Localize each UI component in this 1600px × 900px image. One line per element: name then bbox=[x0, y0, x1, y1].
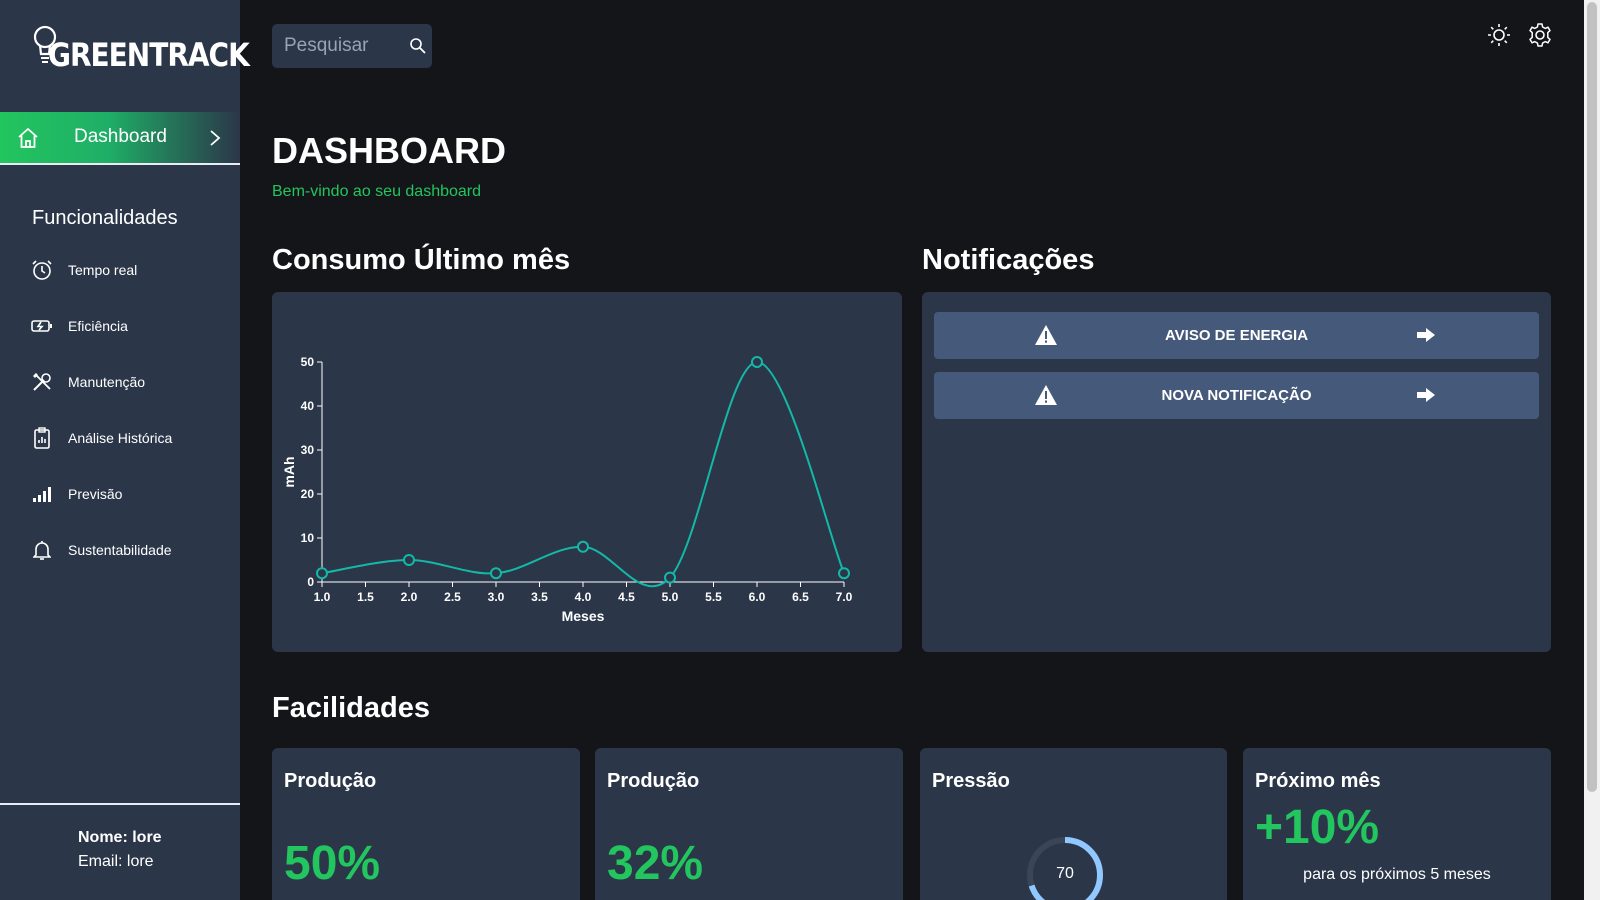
x-tick-label: 2.0 bbox=[401, 590, 418, 604]
card-title: Produção bbox=[284, 770, 377, 792]
data-point bbox=[751, 356, 763, 368]
x-tick-label: 4.0 bbox=[575, 590, 592, 604]
card-value: 32% bbox=[607, 837, 704, 890]
sun-icon[interactable] bbox=[1486, 22, 1512, 48]
sidebar-item-previsao[interactable]: Previsão bbox=[30, 480, 230, 508]
notificacoes-panel: AVISO DE ENERGIA NOVA NOTIFICAÇÃO bbox=[922, 292, 1551, 652]
x-tick-label: 1.0 bbox=[314, 590, 331, 604]
sidebar-item-label: Tempo real bbox=[68, 262, 138, 278]
clipboard-icon bbox=[30, 426, 54, 450]
scrollbar[interactable] bbox=[1584, 0, 1600, 900]
y-axis-label: mAh bbox=[281, 456, 297, 487]
x-tick-label: 3.0 bbox=[488, 590, 505, 604]
logo[interactable]: GREENTRACK bbox=[32, 22, 250, 78]
search-icon[interactable] bbox=[409, 37, 427, 55]
notification-label: NOVA NOTIFICAÇÃO bbox=[1161, 387, 1312, 404]
data-point bbox=[316, 567, 328, 580]
user-email: Email: lore bbox=[78, 853, 154, 870]
notification-item[interactable]: NOVA NOTIFICAÇÃO bbox=[934, 372, 1539, 419]
gauge-value: 70 bbox=[1056, 865, 1074, 882]
x-tick-label: 5.5 bbox=[705, 590, 722, 604]
home-icon bbox=[18, 128, 38, 148]
sidebar-item-label: Manutenção bbox=[68, 374, 146, 390]
y-tick-label: 30 bbox=[301, 443, 315, 457]
search-box bbox=[272, 24, 432, 68]
card-title: Próximo mês bbox=[1255, 770, 1381, 792]
x-tick-label: 2.5 bbox=[444, 590, 461, 604]
bell-icon bbox=[30, 538, 54, 562]
tools-icon bbox=[30, 370, 54, 394]
x-tick-label: 6.0 bbox=[749, 590, 766, 604]
chevron-right-icon[interactable] bbox=[206, 127, 224, 149]
card-value: 50% bbox=[284, 837, 381, 890]
user-name: Nome: lore bbox=[78, 829, 162, 846]
sidebar-item-label: Sustentabilidade bbox=[68, 542, 172, 558]
page-subtitle: Bem-vindo ao seu dashboard bbox=[272, 183, 482, 200]
data-point bbox=[403, 554, 415, 566]
y-tick-label: 40 bbox=[301, 399, 315, 413]
consumo-chart-panel: 1.0 1.5 2.0 2.5 3.0 3.5 4.0 4.5 5.0 5.5 6.0 6.5 7.0 0… bbox=[272, 292, 902, 652]
sidebar-item-label: Eficiência bbox=[68, 318, 128, 334]
app-root: GREENTRACK Dashboard Funcionalidades Tem… bbox=[0, 0, 1600, 900]
section-title: Funcionalidades bbox=[32, 207, 178, 229]
x-axis-label: Meses bbox=[562, 608, 605, 624]
y-tick-label: 50 bbox=[301, 355, 315, 369]
x-tick-label: 1.5 bbox=[357, 590, 374, 604]
data-point bbox=[664, 571, 676, 584]
facility-card: Pressão 70 bbox=[920, 748, 1227, 900]
x-tick-label: 5.0 bbox=[662, 590, 679, 604]
x-tick-label: 7.0 bbox=[836, 590, 853, 604]
consumo-title: Consumo Último mês bbox=[272, 244, 571, 276]
facilidades-title: Facilidades bbox=[272, 692, 430, 724]
sidebar-item-manutencao[interactable]: Manutenção bbox=[30, 368, 230, 396]
y-tick-label: 10 bbox=[301, 531, 315, 545]
data-point bbox=[490, 567, 502, 580]
data-point bbox=[838, 567, 850, 580]
x-tick-label: 4.5 bbox=[618, 590, 635, 604]
card-note: para os próximos 5 meses bbox=[1303, 866, 1491, 883]
arrow-right-icon[interactable] bbox=[1416, 326, 1436, 344]
sidebar-item-sustentabilidade[interactable]: Sustentabilidade bbox=[30, 536, 230, 564]
battery-charging-icon bbox=[30, 314, 54, 338]
page-title: DASHBOARD bbox=[272, 130, 506, 171]
consumo-line-chart: 1.0 1.5 2.0 2.5 3.0 3.5 4.0 4.5 5.0 5.5 6.0 6.5 7.0 0… bbox=[281, 355, 853, 624]
sidebar: GREENTRACK Dashboard Funcionalidades Tem… bbox=[0, 0, 250, 900]
data-point bbox=[577, 540, 589, 553]
arrow-right-icon[interactable] bbox=[1416, 386, 1436, 404]
card-title: Produção bbox=[607, 770, 700, 792]
sidebar-item-dashboard[interactable]: Dashboard bbox=[0, 112, 240, 165]
sidebar-item-eficiencia[interactable]: Eficiência bbox=[30, 312, 230, 340]
sidebar-item-label: Previsão bbox=[68, 486, 123, 502]
x-tick-label: 3.5 bbox=[531, 590, 548, 604]
facility-card: Produção 32% bbox=[595, 748, 903, 900]
notification-label: AVISO DE ENERGIA bbox=[1164, 327, 1309, 344]
notification-item[interactable]: AVISO DE ENERGIA bbox=[934, 312, 1539, 359]
card-title: Pressão bbox=[932, 770, 1010, 792]
y-tick-label: 0 bbox=[307, 575, 314, 589]
gear-icon[interactable] bbox=[1527, 22, 1553, 48]
x-tick-label: 6.5 bbox=[792, 590, 809, 604]
sidebar-item-analise-historica[interactable]: Análise Histórica bbox=[30, 424, 230, 452]
alarm-clock-icon bbox=[30, 258, 54, 282]
user-info: Nome: lore Email: lore bbox=[0, 803, 240, 900]
logo-text: GREENTRACK bbox=[48, 36, 250, 74]
sidebar-item-tempo-real[interactable]: Tempo real bbox=[30, 256, 230, 284]
notificacoes-title: Notificações bbox=[922, 244, 1095, 276]
sidebar-item-label: Dashboard bbox=[74, 126, 167, 147]
facility-card: Próximo mês +10% para os próximos 5 mese… bbox=[1243, 748, 1551, 900]
search-input[interactable] bbox=[272, 24, 402, 68]
scrollbar-thumb[interactable] bbox=[1587, 2, 1597, 792]
sidebar-item-label: Análise Histórica bbox=[68, 430, 173, 446]
y-tick-label: 20 bbox=[301, 487, 315, 501]
facility-card: Produção 50% bbox=[272, 748, 580, 900]
card-value: +10% bbox=[1255, 801, 1380, 854]
signal-bars-icon bbox=[30, 482, 54, 506]
